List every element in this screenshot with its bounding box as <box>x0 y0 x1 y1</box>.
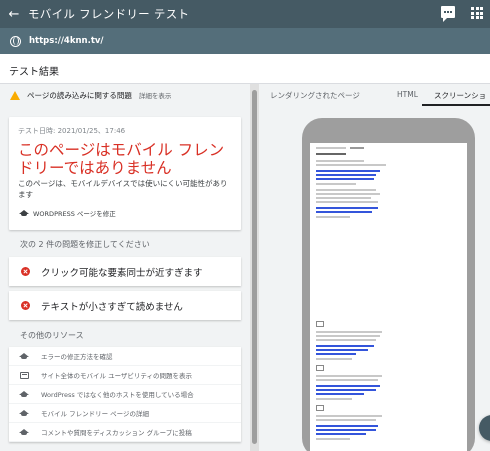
graduation-cap-icon <box>19 209 29 217</box>
issue-text: テキストが小さすぎて読めません <box>41 301 183 313</box>
resource-item[interactable]: サイト全体のモバイル ユーザビリティの問題を表示 <box>9 366 241 385</box>
fix-wordpress-label: WORDPRESS ページを修正 <box>33 210 116 218</box>
issue-row[interactable]: クリック可能な要素同士が近すぎます <box>9 257 241 286</box>
issue-text: クリック可能な要素同士が近すぎます <box>41 267 203 279</box>
result-title: テスト結果 <box>0 54 490 84</box>
resource-label: WordPress ではなく他のホストを使用している場合 <box>41 391 194 399</box>
resource-label: コメントや質問をディスカッション グループに投稿 <box>41 429 192 437</box>
results-panel: ページの読み込みに関する問題 詳細を表示 テスト日時: 2021/01/25、1… <box>0 84 248 451</box>
graduation-cap-icon <box>19 409 29 417</box>
resource-label: エラーの修正方法を確認 <box>41 353 113 361</box>
resource-label: モバイル フレンドリー ページの詳細 <box>41 410 150 418</box>
resources-heading: その他のリソース <box>20 331 84 340</box>
resource-item[interactable]: コメントや質問をディスカッション グループに投稿 <box>9 423 241 442</box>
resources-list: エラーの修正方法を確認 サイト全体のモバイル ユーザビリティの問題を表示 Wor… <box>9 347 241 442</box>
active-tab-indicator <box>422 104 490 106</box>
tab-rendered-page[interactable]: レンダリングされたページ <box>270 90 360 101</box>
resource-label: サイト全体のモバイル ユーザビリティの問題を表示 <box>41 372 193 380</box>
resource-item[interactable]: エラーの修正方法を確認 <box>9 347 241 366</box>
feedback-icon[interactable] <box>441 6 455 22</box>
page-screenshot <box>310 143 467 451</box>
page-loading-warning[interactable]: ページの読み込みに関する問題 詳細を表示 <box>0 84 248 106</box>
verdict-card: テスト日時: 2021/01/25、17:46 このページはモバイル フレンドリ… <box>9 117 241 230</box>
left-panel-scrollbar[interactable] <box>250 84 259 451</box>
resource-item[interactable]: WordPress ではなく他のホストを使用している場合 <box>9 385 241 404</box>
apps-grid-icon[interactable] <box>471 7 483 19</box>
verdict-headline: このページはモバイル フレンドリーではありません <box>18 141 225 177</box>
issues-heading: 次の 2 件の問題を修正してください <box>20 240 150 249</box>
report-icon <box>19 371 29 379</box>
warning-icon <box>10 90 20 100</box>
tab-screenshot[interactable]: スクリーンショ <box>434 90 486 101</box>
warning-text: ページの読み込みに関する問題 <box>27 90 132 100</box>
preview-tabs: レンダリングされたページ HTML スクリーンショ <box>259 84 490 106</box>
phone-frame <box>302 118 475 451</box>
issue-row[interactable]: テキストが小さすぎて読めません <box>9 291 241 320</box>
preview-panel: レンダリングされたページ HTML スクリーンショ <box>259 84 490 451</box>
tested-url[interactable]: https://4knn.tv/ <box>29 36 104 46</box>
graduation-cap-icon <box>19 352 29 360</box>
back-arrow-icon[interactable]: ← <box>0 7 28 22</box>
test-timestamp: テスト日時: 2021/01/25、17:46 <box>18 127 126 135</box>
fix-wordpress-link[interactable]: WORDPRESS ページを修正 <box>19 208 116 218</box>
globe-icon <box>10 35 21 47</box>
resource-item[interactable]: モバイル フレンドリー ページの詳細 <box>9 404 241 423</box>
scrollbar-thumb[interactable] <box>252 90 257 444</box>
graduation-cap-icon <box>19 428 29 436</box>
show-details-link[interactable]: 詳細を表示 <box>139 90 172 100</box>
app-header: ← モバイル フレンドリー テスト <box>0 0 490 28</box>
tab-html[interactable]: HTML <box>397 90 418 99</box>
app-title: モバイル フレンドリー テスト <box>28 7 190 21</box>
verdict-subtext: このページは、モバイルデバイスでは使いにくい可能性があります <box>18 179 228 199</box>
error-icon <box>21 301 30 310</box>
tested-url-bar: https://4knn.tv/ <box>0 28 490 54</box>
error-icon <box>21 267 30 276</box>
graduation-cap-icon <box>19 390 29 398</box>
